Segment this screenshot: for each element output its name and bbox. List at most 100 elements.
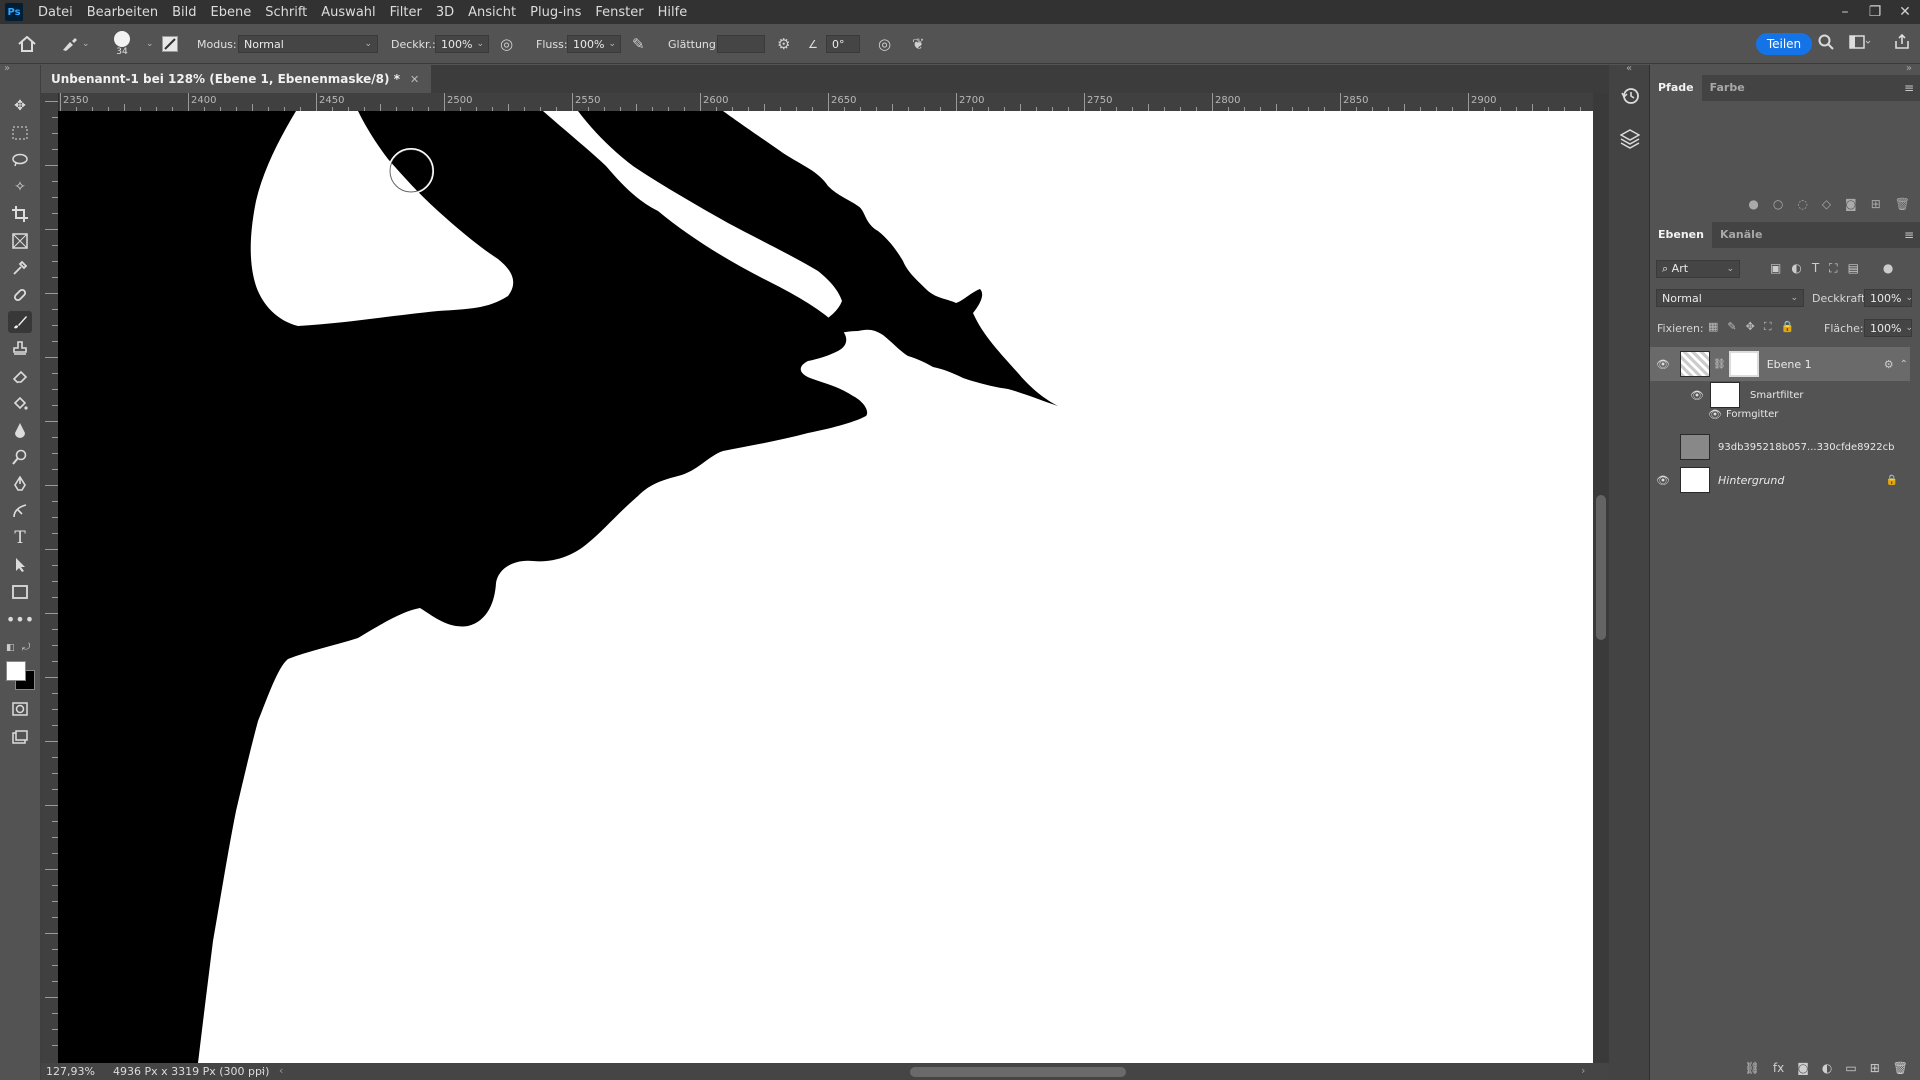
brush-tool-icon[interactable] — [8, 311, 32, 333]
more-tools-icon[interactable]: ••• — [6, 608, 34, 630]
link-layers-icon[interactable]: ⛓ — [1745, 1061, 1760, 1075]
panel-menu-icon[interactable]: ≡ — [1904, 81, 1914, 95]
layer-row-smartobject[interactable]: 👁 93db395218b057...330cfde8922cb — [1650, 433, 1910, 461]
collapse-layer-icon[interactable]: ⌃ — [1900, 359, 1908, 370]
brush-settings-icon[interactable] — [162, 24, 178, 64]
airbrush-icon[interactable]: ✎ — [632, 24, 645, 64]
filter-shape-icon[interactable]: ⛶ — [1829, 261, 1837, 276]
dodge-tool-icon[interactable] — [8, 446, 32, 468]
ruler-vertical[interactable] — [41, 93, 59, 1063]
menu-bild[interactable]: Bild — [165, 5, 203, 20]
layer-opacity-input[interactable]: 100% ⌄ — [1864, 289, 1913, 307]
document-tab[interactable]: Unbenannt-1 bei 128% (Ebene 1, Ebenenmas… — [41, 65, 432, 93]
angle-input[interactable]: 0° — [826, 35, 860, 53]
fill-path-icon[interactable]: ● — [1748, 197, 1758, 211]
filter-smartobject-icon[interactable]: ▤ — [1848, 261, 1859, 276]
scroll-right-icon[interactable]: › — [1581, 1064, 1585, 1077]
menu-filter[interactable]: Filter — [383, 5, 429, 20]
stroke-path-icon[interactable]: ○ — [1773, 197, 1783, 211]
rectangle-tool-icon[interactable] — [8, 581, 32, 603]
ruler-horizontal[interactable]: 2350 2400 2450 2500 2550 2600 2650 2700 2750 2800… — [58, 93, 1593, 112]
layer-stack-icon[interactable] — [1619, 128, 1641, 153]
menu-ansicht[interactable]: Ansicht — [461, 5, 523, 20]
vertical-scroll-thumb[interactable] — [1596, 495, 1606, 640]
filter-adjustment-icon[interactable]: ◐ — [1791, 261, 1801, 276]
filter-type-icon[interactable]: T — [1812, 261, 1819, 276]
lock-position-icon[interactable]: ✥ — [1746, 320, 1755, 334]
make-path-icon[interactable]: ◇ — [1822, 197, 1831, 211]
flow-input[interactable]: 100% ⌄ — [567, 35, 621, 53]
layer-row-hintergrund[interactable]: 👁 Hintergrund 🔒 — [1650, 466, 1910, 494]
adjustment-layer-icon[interactable]: ◐ — [1822, 1061, 1832, 1075]
history-icon[interactable] — [1621, 87, 1639, 108]
lock-transparency-icon[interactable]: ▦ — [1708, 320, 1718, 334]
pressure-size-icon[interactable]: ◎ — [878, 24, 891, 64]
menu-fenster[interactable]: Fenster — [588, 5, 650, 20]
layer-filter-select[interactable]: ⌕ Art ⌄ — [1656, 260, 1740, 278]
delete-layer-icon[interactable]: 🗑 — [1893, 1061, 1908, 1075]
lock-icon[interactable]: 🔒 — [1886, 475, 1898, 486]
layer-row-ebene-1[interactable]: 👁 ⛓ Ebene 1 ⚙ ⌃ — [1650, 347, 1910, 381]
opacity-input[interactable]: 100% ⌄ — [435, 35, 489, 53]
fill-input[interactable]: 100% ⌄ — [1864, 319, 1913, 337]
menu-bearbeiten[interactable]: Bearbeiten — [80, 5, 165, 20]
visibility-eye-icon[interactable]: 👁 — [1708, 408, 1722, 421]
quick-selection-tool-icon[interactable]: ✧ — [8, 176, 32, 198]
visibility-eye-icon[interactable]: 👁 — [1656, 358, 1670, 371]
delete-path-icon[interactable]: 🗑 — [1895, 197, 1910, 211]
horizontal-scroll-thumb[interactable] — [910, 1067, 1126, 1077]
layer-blend-mode-select[interactable]: Normal ⌄ — [1656, 289, 1804, 307]
quick-mask-icon[interactable] — [8, 698, 32, 720]
brush-size-picker[interactable]: 34 — [114, 24, 130, 64]
menu-datei[interactable]: Datei — [31, 5, 80, 20]
default-colors-icon[interactable]: ◧ — [6, 643, 15, 653]
scroll-left-icon[interactable]: ‹ — [279, 1064, 283, 1077]
brush-tool-preset-icon[interactable]: ⌄ — [60, 24, 90, 64]
lock-all-icon[interactable]: 🔒 — [1781, 320, 1795, 334]
move-tool-icon[interactable]: ✥ — [8, 95, 32, 117]
screen-mode-icon[interactable] — [8, 726, 32, 748]
link-icon[interactable]: ⛓ — [1713, 359, 1726, 370]
chevron-right-icon[interactable]: › — [261, 1064, 265, 1077]
layer-mask-thumbnail[interactable] — [1728, 351, 1759, 377]
lock-artboard-icon[interactable]: ⛶ — [1764, 320, 1772, 334]
eraser-tool-icon[interactable] — [8, 365, 32, 387]
foreground-color-swatch[interactable] — [6, 661, 26, 681]
menu-schrift[interactable]: Schrift — [258, 5, 314, 20]
paint-bucket-tool-icon[interactable] — [8, 392, 32, 414]
pen-tool-icon[interactable] — [8, 473, 32, 495]
restore-button[interactable]: ❐ — [1860, 0, 1890, 24]
add-mask-icon[interactable]: ◙ — [1845, 197, 1857, 211]
layer-row-formgitter[interactable]: 👁 Formgitter — [1708, 405, 1910, 423]
search-icon[interactable] — [1818, 34, 1834, 54]
blur-tool-icon[interactable] — [8, 419, 32, 441]
new-path-icon[interactable]: ⊞ — [1871, 197, 1881, 211]
healing-brush-tool-icon[interactable] — [8, 284, 32, 306]
eyedropper-tool-icon[interactable] — [8, 257, 32, 279]
lasso-tool-icon[interactable] — [8, 149, 32, 171]
visibility-eye-icon[interactable]: 👁 — [1656, 474, 1670, 487]
type-tool-icon[interactable]: T — [8, 527, 32, 549]
clone-stamp-tool-icon[interactable] — [8, 338, 32, 360]
smoothing-input[interactable] — [717, 35, 765, 53]
menu-plugins[interactable]: Plug-ins — [523, 5, 588, 20]
lock-image-icon[interactable]: ✎ — [1727, 320, 1736, 334]
add-mask-icon[interactable]: ◙ — [1797, 1061, 1809, 1075]
tab-pfade[interactable]: Pfade — [1650, 75, 1702, 101]
filter-pixel-icon[interactable]: ▣ — [1770, 261, 1781, 276]
visibility-eye-icon[interactable]: 👁 — [1656, 441, 1670, 454]
visibility-eye-icon[interactable]: 👁 — [1690, 389, 1704, 402]
minimize-button[interactable]: – — [1830, 0, 1860, 24]
tab-farbe[interactable]: Farbe — [1702, 75, 1753, 101]
path-selection-tool-icon[interactable] — [8, 554, 32, 576]
crop-tool-icon[interactable] — [8, 203, 32, 225]
fx-icon[interactable]: fx — [1773, 1061, 1784, 1075]
curvature-pen-tool-icon[interactable] — [8, 500, 32, 522]
menu-hilfe[interactable]: Hilfe — [651, 5, 695, 20]
workspace-icon[interactable] — [1849, 34, 1871, 54]
symmetry-icon[interactable]: ❦ — [912, 24, 925, 64]
new-group-icon[interactable]: ▭ — [1845, 1061, 1856, 1075]
brush-picker-chevron-icon[interactable]: ⌄ — [146, 39, 154, 49]
zoom-level[interactable]: 127,93% — [46, 1065, 95, 1078]
smart-filter-options-icon[interactable]: ⚙ — [1884, 358, 1894, 371]
